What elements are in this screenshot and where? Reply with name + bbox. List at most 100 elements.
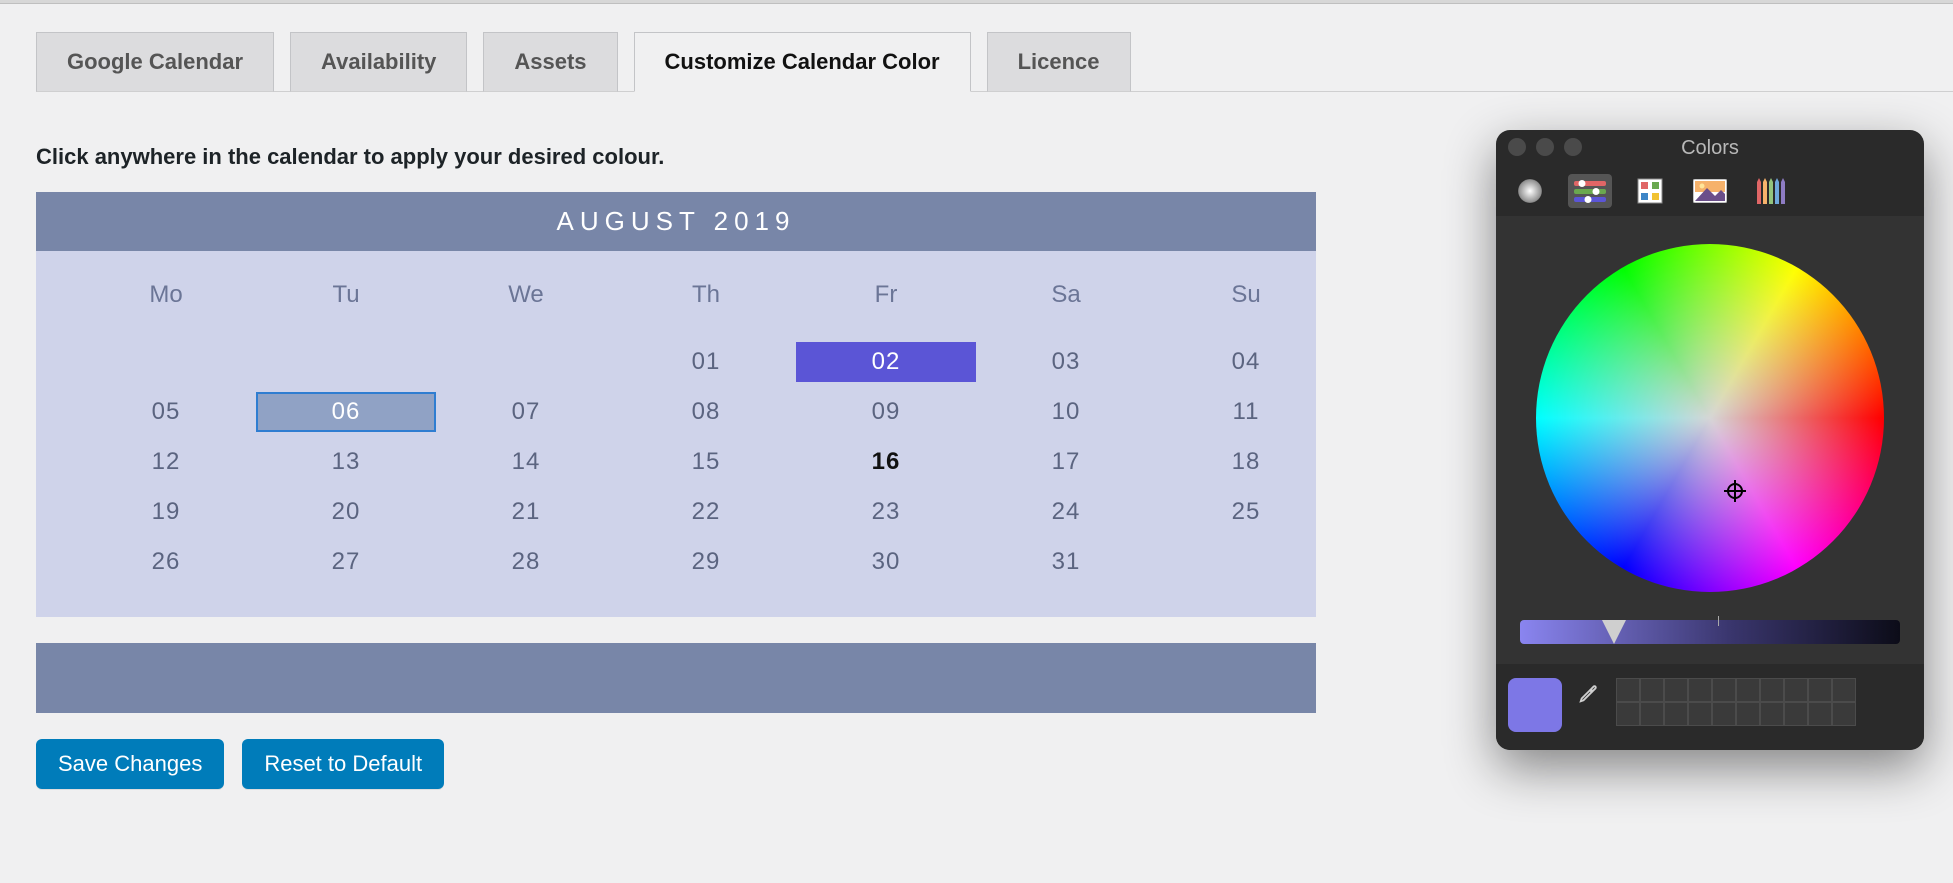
calendar-day[interactable]: 13 (256, 442, 436, 482)
calendar-day-cell[interactable]: 27 (256, 537, 436, 587)
calendar-day-cell[interactable]: 30 (796, 537, 976, 587)
calendar-day-cell[interactable]: 04 (1156, 337, 1336, 387)
calendar-day[interactable]: 28 (436, 542, 616, 582)
calendar-day-cell[interactable]: 17 (976, 437, 1156, 487)
calendar-day-cell[interactable]: 05 (76, 387, 256, 437)
calendar-day-cell[interactable]: 24 (976, 487, 1156, 537)
calendar-day-cell[interactable]: 14 (436, 437, 616, 487)
calendar-day-cell[interactable]: 26 (76, 537, 256, 587)
calendar-day[interactable]: 29 (616, 542, 796, 582)
calendar-day[interactable]: 05 (76, 392, 256, 432)
calendar-day-cell[interactable]: 21 (436, 487, 616, 537)
calendar-day[interactable]: 09 (796, 392, 976, 432)
color-well[interactable] (1832, 702, 1856, 726)
color-well[interactable] (1760, 702, 1784, 726)
calendar-body[interactable]: MoTuWeThFrSaSu01020304050607080910111213… (36, 251, 1316, 617)
picker-tab-image-icon[interactable] (1688, 174, 1732, 208)
color-well[interactable] (1760, 678, 1784, 702)
calendar-day[interactable]: 17 (976, 442, 1156, 482)
calendar-day[interactable]: 23 (796, 492, 976, 532)
tab-customize-calendar-color[interactable]: Customize Calendar Color (634, 32, 971, 92)
calendar-day-cell[interactable]: 20 (256, 487, 436, 537)
calendar-day[interactable]: 02 (796, 342, 976, 382)
calendar-day-cell[interactable]: 12 (76, 437, 256, 487)
calendar-day-cell[interactable]: 19 (76, 487, 256, 537)
color-well[interactable] (1664, 702, 1688, 726)
calendar-day-cell[interactable]: 03 (976, 337, 1156, 387)
color-well[interactable] (1808, 702, 1832, 726)
calendar-day[interactable]: 19 (76, 492, 256, 532)
calendar-day[interactable]: 11 (1156, 392, 1336, 432)
calendar-day-cell[interactable]: 06 (256, 387, 436, 437)
calendar-day-cell[interactable]: 23 (796, 487, 976, 537)
color-well[interactable] (1616, 678, 1640, 702)
calendar-day[interactable]: 07 (436, 392, 616, 432)
brightness-slider[interactable] (1520, 620, 1900, 644)
calendar-day[interactable]: 22 (616, 492, 796, 532)
slider-knob[interactable] (1602, 620, 1626, 644)
window-zoom-icon[interactable] (1564, 138, 1582, 156)
calendar-day-cell[interactable]: 08 (616, 387, 796, 437)
color-picker-titlebar[interactable]: Colors (1496, 130, 1924, 166)
tab-google-calendar[interactable]: Google Calendar (36, 32, 274, 92)
calendar-day[interactable]: 15 (616, 442, 796, 482)
calendar-day[interactable]: 12 (76, 442, 256, 482)
color-well[interactable] (1640, 678, 1664, 702)
color-well[interactable] (1808, 678, 1832, 702)
picker-tab-color-wheel-icon[interactable] (1508, 174, 1552, 208)
tab-availability[interactable]: Availability (290, 32, 467, 92)
calendar-day[interactable]: 21 (436, 492, 616, 532)
calendar-day[interactable]: 27 (256, 542, 436, 582)
calendar-day-cell[interactable]: 31 (976, 537, 1156, 587)
color-well[interactable] (1784, 702, 1808, 726)
reset-button[interactable]: Reset to Default (242, 739, 444, 789)
color-well[interactable] (1736, 678, 1760, 702)
tab-assets[interactable]: Assets (483, 32, 617, 92)
color-well[interactable] (1736, 702, 1760, 726)
color-well[interactable] (1664, 678, 1688, 702)
calendar-day-cell[interactable]: 10 (976, 387, 1156, 437)
calendar-day-cell[interactable]: 13 (256, 437, 436, 487)
calendar-day[interactable]: 16 (796, 442, 976, 482)
color-well[interactable] (1688, 678, 1712, 702)
color-picker-window[interactable]: Colors (1496, 130, 1924, 750)
current-color-swatch[interactable] (1508, 678, 1562, 732)
calendar-day-cell[interactable]: 25 (1156, 487, 1336, 537)
color-wheel[interactable] (1536, 244, 1884, 592)
calendar-day[interactable]: 20 (256, 492, 436, 532)
calendar-day[interactable]: 14 (436, 442, 616, 482)
color-well[interactable] (1712, 678, 1736, 702)
calendar-day-cell[interactable]: 11 (1156, 387, 1336, 437)
calendar-day[interactable]: 08 (616, 392, 796, 432)
calendar-day-cell[interactable]: 09 (796, 387, 976, 437)
calendar-day[interactable]: 31 (976, 542, 1156, 582)
color-well[interactable] (1640, 702, 1664, 726)
calendar-day[interactable]: 26 (76, 542, 256, 582)
picker-tab-pencils-icon[interactable] (1748, 174, 1792, 208)
calendar-day-cell[interactable]: 07 (436, 387, 616, 437)
eyedropper-icon[interactable] (1574, 678, 1604, 708)
window-minimize-icon[interactable] (1536, 138, 1554, 156)
calendar-day-cell[interactable]: 28 (436, 537, 616, 587)
calendar-day-cell[interactable]: 01 (616, 337, 796, 387)
color-well[interactable] (1784, 678, 1808, 702)
tab-licence[interactable]: Licence (987, 32, 1131, 92)
calendar-day[interactable]: 25 (1156, 492, 1336, 532)
color-well[interactable] (1832, 678, 1856, 702)
window-close-icon[interactable] (1508, 138, 1526, 156)
calendar-day-cell[interactable]: 16 (796, 437, 976, 487)
calendar-day[interactable]: 10 (976, 392, 1156, 432)
calendar-day[interactable]: 04 (1156, 342, 1336, 382)
calendar-day-cell[interactable]: 18 (1156, 437, 1336, 487)
window-controls[interactable] (1508, 138, 1582, 156)
calendar-day[interactable]: 03 (976, 342, 1156, 382)
picker-tab-palette-icon[interactable] (1628, 174, 1672, 208)
calendar-day[interactable]: 30 (796, 542, 976, 582)
calendar-day-cell[interactable]: 15 (616, 437, 796, 487)
color-well[interactable] (1616, 702, 1640, 726)
calendar-day-cell[interactable]: 02 (796, 337, 976, 387)
color-wells[interactable] (1616, 678, 1856, 726)
calendar-day-cell[interactable]: 22 (616, 487, 796, 537)
color-well[interactable] (1688, 702, 1712, 726)
calendar-day[interactable]: 18 (1156, 442, 1336, 482)
